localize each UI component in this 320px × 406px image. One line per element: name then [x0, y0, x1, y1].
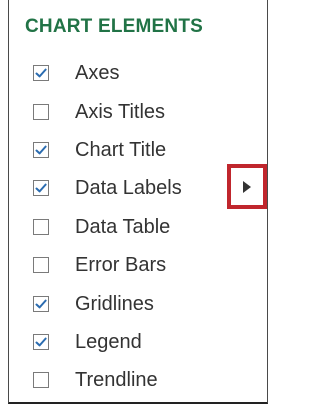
axis-titles-checkbox[interactable]	[33, 104, 49, 120]
panel-title: CHART ELEMENTS	[25, 16, 204, 37]
data-table-label: Data Table	[75, 215, 171, 238]
item-gridlines[interactable]: Gridlines	[33, 285, 223, 323]
item-data-table[interactable]: Data Table	[33, 208, 223, 246]
axes-checkbox[interactable]	[33, 65, 49, 81]
caret-right-icon	[243, 180, 251, 193]
item-axis-titles[interactable]: Axis Titles	[33, 93, 223, 131]
item-chart-title[interactable]: Chart Title	[33, 131, 223, 169]
checkmark-icon	[35, 337, 47, 347]
data-labels-checkbox[interactable]	[33, 180, 49, 196]
chart-title-label: Chart Title	[75, 138, 167, 161]
checkmark-icon	[35, 183, 47, 193]
data-labels-flyout-button[interactable]	[227, 164, 267, 209]
checkmark-icon	[35, 299, 47, 309]
item-legend[interactable]: Legend	[33, 323, 223, 361]
gridlines-checkbox[interactable]	[33, 296, 49, 312]
data-table-checkbox[interactable]	[33, 219, 49, 235]
axis-titles-label: Axis Titles	[75, 100, 166, 123]
legend-label: Legend	[75, 330, 142, 353]
item-data-labels[interactable]: Data Labels	[33, 169, 223, 207]
error-bars-checkbox[interactable]	[33, 257, 49, 273]
checkmark-icon	[35, 68, 47, 78]
axes-label: Axes	[75, 61, 120, 84]
error-bars-label: Error Bars	[75, 253, 167, 276]
gridlines-label: Gridlines	[75, 292, 154, 315]
trendline-label: Trendline	[75, 368, 158, 391]
item-error-bars[interactable]: Error Bars	[33, 246, 223, 284]
item-trendline[interactable]: Trendline	[33, 361, 223, 399]
chart-title-checkbox[interactable]	[33, 142, 49, 158]
legend-checkbox[interactable]	[33, 334, 49, 350]
checkmark-icon	[35, 145, 47, 155]
trendline-checkbox[interactable]	[33, 372, 49, 388]
data-labels-label: Data Labels	[75, 176, 182, 199]
item-axes[interactable]: Axes	[33, 54, 223, 92]
